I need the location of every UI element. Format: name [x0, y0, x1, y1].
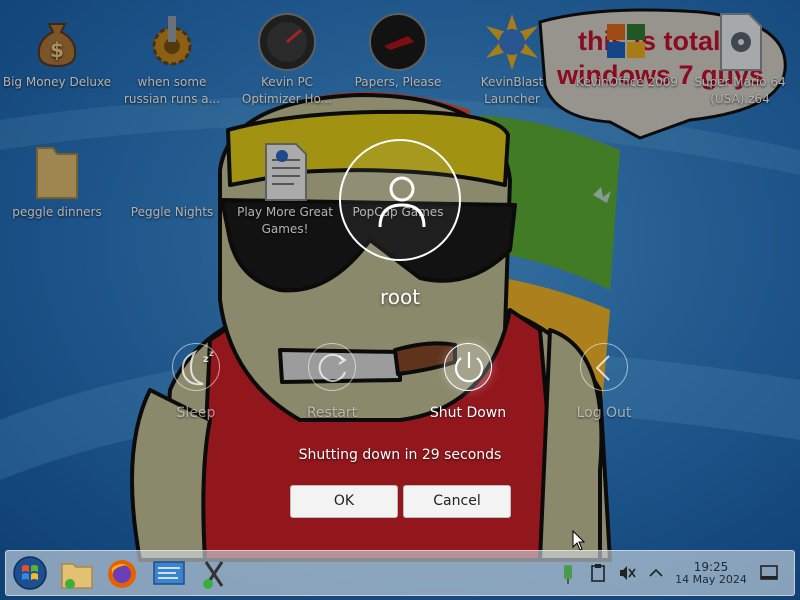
- start-orb-icon: [13, 556, 47, 590]
- firefox-icon: [108, 560, 136, 588]
- power-icon: [444, 343, 492, 391]
- logout-button[interactable]: Log Out: [544, 343, 664, 421]
- user-avatar: [339, 139, 461, 261]
- kate-editor-icon: [153, 561, 185, 585]
- sleep-button[interactable]: zz Sleep: [136, 343, 256, 421]
- chevron-up-icon: [649, 568, 663, 577]
- clock-date[interactable]: 14 May 2024: [668, 573, 754, 586]
- clipboard-icon: [591, 564, 605, 582]
- tray-volume[interactable]: [617, 563, 637, 583]
- xfce-app-icon: [203, 561, 224, 589]
- tray-expand[interactable]: [646, 563, 666, 583]
- volume-muted-icon: [620, 566, 636, 580]
- taskbar: 19:25 14 May 2024: [5, 550, 795, 596]
- ok-button[interactable]: OK: [290, 485, 398, 518]
- mouse-cursor-icon: [572, 530, 586, 551]
- username-label: root: [379, 285, 421, 309]
- restart-icon: [308, 343, 356, 391]
- clock-time[interactable]: 19:25: [678, 560, 744, 574]
- sleep-moon-icon: zz: [172, 343, 220, 391]
- file-manager-icon: [61, 563, 93, 589]
- restart-button[interactable]: Restart: [272, 343, 392, 421]
- svg-text:z: z: [209, 349, 214, 358]
- start-button[interactable]: [10, 554, 50, 594]
- taskbar-editor[interactable]: [148, 555, 188, 593]
- show-desktop-icon: [760, 565, 778, 580]
- network-icon: [564, 565, 572, 584]
- taskbar-file-manager[interactable]: [56, 555, 96, 593]
- show-desktop-button[interactable]: [759, 563, 779, 583]
- shutdown-label: Shut Down: [429, 405, 507, 421]
- shutdown-countdown: Shutting down in 29 seconds: [298, 447, 502, 463]
- logout-label: Log Out: [576, 405, 632, 421]
- user-icon: [378, 176, 426, 228]
- restart-label: Restart: [306, 405, 358, 421]
- sleep-label: Sleep: [176, 405, 216, 421]
- tray-network[interactable]: [558, 563, 578, 584]
- taskbar-firefox[interactable]: [102, 555, 142, 593]
- cancel-button[interactable]: Cancel: [403, 485, 511, 518]
- shutdown-button[interactable]: Shut Down: [408, 343, 528, 421]
- tray-clipboard[interactable]: [588, 563, 608, 583]
- logout-arrow-icon: [580, 343, 628, 391]
- taskbar-xfce-app[interactable]: [194, 555, 234, 593]
